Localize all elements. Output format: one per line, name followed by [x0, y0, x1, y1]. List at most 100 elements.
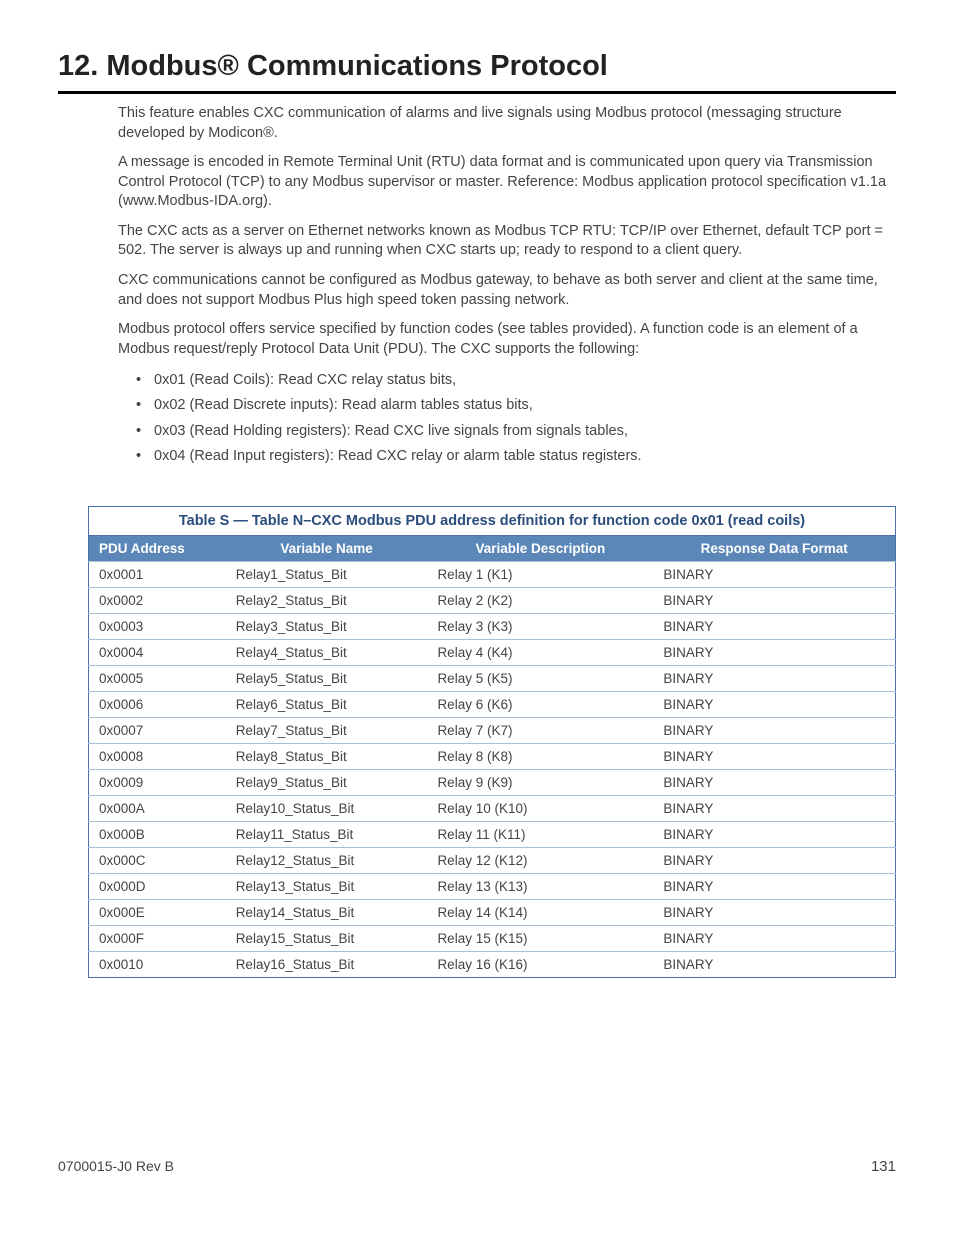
- table-cell: 0x0006: [89, 691, 226, 717]
- table-cell: Relay 6 (K6): [427, 691, 653, 717]
- table-cell: Relay14_Status_Bit: [226, 899, 428, 925]
- bullet-list: 0x01 (Read Coils): Read CXC relay status…: [118, 369, 896, 468]
- table-cell: Relay12_Status_Bit: [226, 847, 428, 873]
- table-row: 0x0004Relay4_Status_BitRelay 4 (K4)BINAR…: [89, 639, 896, 665]
- table-cell: BINARY: [653, 795, 895, 821]
- table-cell: Relay15_Status_Bit: [226, 925, 428, 951]
- table-cell: 0x0003: [89, 613, 226, 639]
- paragraph: The CXC acts as a server on Ethernet net…: [118, 222, 896, 261]
- table-cell: Relay 12 (K12): [427, 847, 653, 873]
- table-cell: 0x0010: [89, 951, 226, 977]
- table-cell: Relay6_Status_Bit: [226, 691, 428, 717]
- table-cell: Relay 8 (K8): [427, 743, 653, 769]
- table-cell: Relay11_Status_Bit: [226, 821, 428, 847]
- col-header: PDU Address: [89, 535, 226, 561]
- table-cell: BINARY: [653, 587, 895, 613]
- table-cell: 0x000E: [89, 899, 226, 925]
- table-row: 0x0007Relay7_Status_BitRelay 7 (K7)BINAR…: [89, 717, 896, 743]
- col-header: Variable Name: [226, 535, 428, 561]
- table-cell: 0x0004: [89, 639, 226, 665]
- list-item: 0x03 (Read Holding registers): Read CXC …: [136, 420, 896, 443]
- table-container: Table S — Table N–CXC Modbus PDU address…: [88, 506, 896, 978]
- table-cell: Relay4_Status_Bit: [226, 639, 428, 665]
- table-row: 0x0006Relay6_Status_BitRelay 6 (K6)BINAR…: [89, 691, 896, 717]
- table-cell: Relay 11 (K11): [427, 821, 653, 847]
- table-cell: 0x0009: [89, 769, 226, 795]
- table-cell: 0x0005: [89, 665, 226, 691]
- table-cell: Relay13_Status_Bit: [226, 873, 428, 899]
- paragraph: Modbus protocol offers service specified…: [118, 320, 896, 359]
- table-cell: Relay 1 (K1): [427, 561, 653, 587]
- table-cell: BINARY: [653, 613, 895, 639]
- table-cell: BINARY: [653, 899, 895, 925]
- table-cell: 0x000A: [89, 795, 226, 821]
- table-cell: Relay10_Status_Bit: [226, 795, 428, 821]
- table-row: 0x000ERelay14_Status_BitRelay 14 (K14)BI…: [89, 899, 896, 925]
- table-cell: 0x000D: [89, 873, 226, 899]
- table-cell: Relay7_Status_Bit: [226, 717, 428, 743]
- table-cell: Relay 15 (K15): [427, 925, 653, 951]
- table-cell: Relay 2 (K2): [427, 587, 653, 613]
- table-cell: 0x0008: [89, 743, 226, 769]
- table-row: 0x000ARelay10_Status_BitRelay 10 (K10)BI…: [89, 795, 896, 821]
- table-cell: Relay 5 (K5): [427, 665, 653, 691]
- table-cell: Relay1_Status_Bit: [226, 561, 428, 587]
- table-cell: BINARY: [653, 691, 895, 717]
- table-cell: Relay 10 (K10): [427, 795, 653, 821]
- table-cell: 0x0001: [89, 561, 226, 587]
- table-row: 0x000DRelay13_Status_BitRelay 13 (K13)BI…: [89, 873, 896, 899]
- table-cell: Relay 16 (K16): [427, 951, 653, 977]
- table-row: 0x0001Relay1_Status_BitRelay 1 (K1)BINAR…: [89, 561, 896, 587]
- table-cell: Relay3_Status_Bit: [226, 613, 428, 639]
- table-row: 0x0008Relay8_Status_BitRelay 8 (K8)BINAR…: [89, 743, 896, 769]
- modbus-table: Table S — Table N–CXC Modbus PDU address…: [88, 506, 896, 978]
- table-cell: Relay 13 (K13): [427, 873, 653, 899]
- table-header: PDU Address Variable Name Variable Descr…: [89, 535, 896, 561]
- table-cell: Relay 14 (K14): [427, 899, 653, 925]
- table-cell: Relay 4 (K4): [427, 639, 653, 665]
- table-row: 0x000CRelay12_Status_BitRelay 12 (K12)BI…: [89, 847, 896, 873]
- table-cell: 0x000C: [89, 847, 226, 873]
- table-cell: BINARY: [653, 743, 895, 769]
- table-row: 0x000BRelay11_Status_BitRelay 11 (K11)BI…: [89, 821, 896, 847]
- col-header: Variable Description: [427, 535, 653, 561]
- table-cell: BINARY: [653, 821, 895, 847]
- table-cell: BINARY: [653, 873, 895, 899]
- table-cell: BINARY: [653, 717, 895, 743]
- table-cell: Relay2_Status_Bit: [226, 587, 428, 613]
- table-cell: Relay8_Status_Bit: [226, 743, 428, 769]
- list-item: 0x01 (Read Coils): Read CXC relay status…: [136, 369, 896, 392]
- table-cell: 0x0007: [89, 717, 226, 743]
- table-row: 0x0005Relay5_Status_BitRelay 5 (K5)BINAR…: [89, 665, 896, 691]
- table-cell: BINARY: [653, 769, 895, 795]
- table-cell: 0x000B: [89, 821, 226, 847]
- table-cell: BINARY: [653, 665, 895, 691]
- table-cell: Relay 7 (K7): [427, 717, 653, 743]
- table-cell: BINARY: [653, 925, 895, 951]
- table-cell: BINARY: [653, 847, 895, 873]
- table-body: 0x0001Relay1_Status_BitRelay 1 (K1)BINAR…: [89, 561, 896, 977]
- table-row: 0x0003Relay3_Status_BitRelay 3 (K3)BINAR…: [89, 613, 896, 639]
- doc-number: 0700015-J0 Rev B: [58, 1158, 174, 1174]
- table-cell: Relay 3 (K3): [427, 613, 653, 639]
- paragraph: This feature enables CXC communication o…: [118, 104, 896, 143]
- table-row: 0x0010Relay16_Status_BitRelay 16 (K16)BI…: [89, 951, 896, 977]
- table-cell: Relay9_Status_Bit: [226, 769, 428, 795]
- section-heading: 12. Modbus® Communications Protocol: [58, 50, 896, 94]
- table-title: Table S — Table N–CXC Modbus PDU address…: [89, 506, 896, 535]
- table-row: 0x000FRelay15_Status_BitRelay 15 (K15)BI…: [89, 925, 896, 951]
- table-row: 0x0009Relay9_Status_BitRelay 9 (K9)BINAR…: [89, 769, 896, 795]
- table-cell: Relay5_Status_Bit: [226, 665, 428, 691]
- col-header: Response Data Format: [653, 535, 895, 561]
- paragraph: A message is encoded in Remote Terminal …: [118, 153, 896, 212]
- paragraph: CXC communications cannot be configured …: [118, 271, 896, 310]
- body-content: This feature enables CXC communication o…: [118, 104, 896, 468]
- table-cell: 0x000F: [89, 925, 226, 951]
- table-cell: BINARY: [653, 951, 895, 977]
- table-cell: Relay16_Status_Bit: [226, 951, 428, 977]
- list-item: 0x04 (Read Input registers): Read CXC re…: [136, 445, 896, 468]
- table-title-row: Table S — Table N–CXC Modbus PDU address…: [89, 506, 896, 535]
- table-cell: BINARY: [653, 561, 895, 587]
- table-cell: BINARY: [653, 639, 895, 665]
- table-row: 0x0002Relay2_Status_BitRelay 2 (K2)BINAR…: [89, 587, 896, 613]
